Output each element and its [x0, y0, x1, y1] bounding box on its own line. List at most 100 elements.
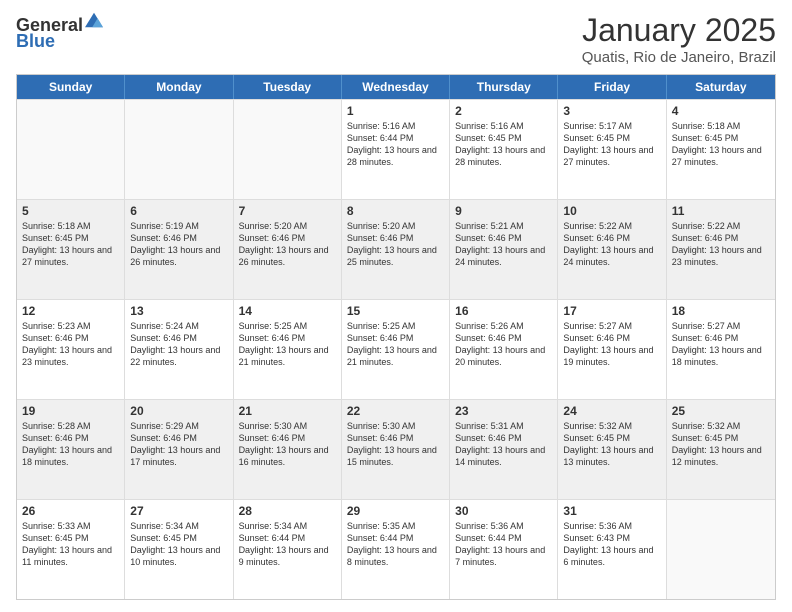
weekday-header: Saturday [667, 75, 775, 99]
day-number: 12 [22, 304, 119, 318]
day-info: Sunrise: 5:18 AM Sunset: 6:45 PM Dayligh… [672, 120, 770, 169]
day-number: 4 [672, 104, 770, 118]
calendar-row: 1 Sunrise: 5:16 AM Sunset: 6:44 PM Daylig… [17, 99, 775, 199]
day-number: 23 [455, 404, 552, 418]
calendar-cell: 4 Sunrise: 5:18 AM Sunset: 6:45 PM Daylig… [667, 100, 775, 199]
day-info: Sunrise: 5:24 AM Sunset: 6:46 PM Dayligh… [130, 320, 227, 369]
day-number: 13 [130, 304, 227, 318]
calendar-cell: 16Sunrise: 5:26 AM Sunset: 6:46 PM Dayli… [450, 300, 558, 399]
calendar-cell: 15 Sunrise: 5:25 AM Sunset: 6:46 PM Dayli… [342, 300, 450, 399]
calendar-cell: 6 Sunrise: 5:19 AM Sunset: 6:46 PM Daylig… [125, 200, 233, 299]
calendar-cell [234, 100, 342, 199]
calendar-cell: 10 Sunrise: 5:22 AM Sunset: 6:46 PM Dayli… [558, 200, 666, 299]
calendar: SundayMondayTuesdayWednesdayThursdayFrid… [16, 74, 776, 600]
day-number: 26 [22, 504, 119, 518]
calendar-cell: 24 Sunrise: 5:32 AM Sunset: 6:45 PM Dayli… [558, 400, 666, 499]
calendar-header: SundayMondayTuesdayWednesdayThursdayFrid… [17, 75, 775, 99]
day-number: 20 [130, 404, 227, 418]
calendar-cell: 23 Sunrise: 5:31 AM Sunset: 6:46 PM Dayli… [450, 400, 558, 499]
calendar-cell: 21 Sunrise: 5:30 AM Sunset: 6:46 PM Dayli… [234, 400, 342, 499]
day-info: Sunrise: 5:30 AM Sunset: 6:46 PM Dayligh… [239, 420, 336, 469]
day-info: Sunrise: 5:34 AM Sunset: 6:45 PM Dayligh… [130, 520, 227, 569]
calendar-cell: 11 Sunrise: 5:22 AM Sunset: 6:46 PM Dayli… [667, 200, 775, 299]
day-info: Sunrise: 5:25 AM Sunset: 6:46 PM Dayligh… [239, 320, 336, 369]
day-number: 30 [455, 504, 552, 518]
day-number: 11 [672, 204, 770, 218]
calendar-cell: 29 Sunrise: 5:35 AM Sunset: 6:44 PM Dayli… [342, 500, 450, 599]
day-number: 18 [672, 304, 770, 318]
day-info: Sunrise: 5:18 AM Sunset: 6:45 PM Dayligh… [22, 220, 119, 269]
calendar-cell: 22Sunrise: 5:30 AM Sunset: 6:46 PM Dayli… [342, 400, 450, 499]
day-number: 24 [563, 404, 660, 418]
calendar-cell: 5 Sunrise: 5:18 AM Sunset: 6:45 PM Daylig… [17, 200, 125, 299]
day-number: 22 [347, 404, 444, 418]
calendar-cell: 3 Sunrise: 5:17 AM Sunset: 6:45 PM Daylig… [558, 100, 666, 199]
day-number: 21 [239, 404, 336, 418]
calendar-cell: 14 Sunrise: 5:25 AM Sunset: 6:46 PM Dayli… [234, 300, 342, 399]
weekday-header: Thursday [450, 75, 558, 99]
calendar-cell: 17Sunrise: 5:27 AM Sunset: 6:46 PM Dayli… [558, 300, 666, 399]
day-info: Sunrise: 5:23 AM Sunset: 6:46 PM Dayligh… [22, 320, 119, 369]
calendar-cell: 30 Sunrise: 5:36 AM Sunset: 6:44 PM Dayli… [450, 500, 558, 599]
day-number: 1 [347, 104, 444, 118]
logo-icon [85, 11, 103, 29]
calendar-cell [17, 100, 125, 199]
day-info: Sunrise: 5:36 AM Sunset: 6:44 PM Dayligh… [455, 520, 552, 569]
day-info: Sunrise: 5:16 AM Sunset: 6:44 PM Dayligh… [347, 120, 444, 169]
calendar-cell [667, 500, 775, 599]
calendar-cell: 28 Sunrise: 5:34 AM Sunset: 6:44 PM Dayli… [234, 500, 342, 599]
day-number: 7 [239, 204, 336, 218]
day-number: 3 [563, 104, 660, 118]
day-info: Sunrise: 5:17 AM Sunset: 6:45 PM Dayligh… [563, 120, 660, 169]
day-number: 6 [130, 204, 227, 218]
day-info: Sunrise: 5:20 AM Sunset: 6:46 PM Dayligh… [239, 220, 336, 269]
calendar-cell: 1 Sunrise: 5:16 AM Sunset: 6:44 PM Daylig… [342, 100, 450, 199]
calendar-cell: 27Sunrise: 5:34 AM Sunset: 6:45 PM Dayli… [125, 500, 233, 599]
weekday-header: Friday [558, 75, 666, 99]
calendar-cell: 18 Sunrise: 5:27 AM Sunset: 6:46 PM Dayli… [667, 300, 775, 399]
calendar-cell: 20Sunrise: 5:29 AM Sunset: 6:46 PM Dayli… [125, 400, 233, 499]
day-info: Sunrise: 5:32 AM Sunset: 6:45 PM Dayligh… [672, 420, 770, 469]
month-title: January 2025 [582, 12, 776, 49]
calendar-cell [125, 100, 233, 199]
day-number: 19 [22, 404, 119, 418]
logo-blue: Blue [16, 32, 103, 52]
day-info: Sunrise: 5:16 AM Sunset: 6:45 PM Dayligh… [455, 120, 552, 169]
calendar-cell: 12 Sunrise: 5:23 AM Sunset: 6:46 PM Dayli… [17, 300, 125, 399]
calendar-row: 26Sunrise: 5:33 AM Sunset: 6:45 PM Dayli… [17, 499, 775, 599]
day-info: Sunrise: 5:19 AM Sunset: 6:46 PM Dayligh… [130, 220, 227, 269]
day-number: 15 [347, 304, 444, 318]
day-number: 9 [455, 204, 552, 218]
calendar-body: 1 Sunrise: 5:16 AM Sunset: 6:44 PM Daylig… [17, 99, 775, 599]
weekday-header: Tuesday [234, 75, 342, 99]
weekday-header: Wednesday [342, 75, 450, 99]
calendar-cell: 9 Sunrise: 5:21 AM Sunset: 6:46 PM Daylig… [450, 200, 558, 299]
day-number: 28 [239, 504, 336, 518]
calendar-cell: 26Sunrise: 5:33 AM Sunset: 6:45 PM Dayli… [17, 500, 125, 599]
calendar-row: 12 Sunrise: 5:23 AM Sunset: 6:46 PM Dayli… [17, 299, 775, 399]
day-info: Sunrise: 5:31 AM Sunset: 6:46 PM Dayligh… [455, 420, 552, 469]
logo: General Blue [16, 16, 103, 52]
day-info: Sunrise: 5:22 AM Sunset: 6:46 PM Dayligh… [563, 220, 660, 269]
day-info: Sunrise: 5:36 AM Sunset: 6:43 PM Dayligh… [563, 520, 660, 569]
logo-text: General Blue [16, 16, 103, 52]
day-info: Sunrise: 5:35 AM Sunset: 6:44 PM Dayligh… [347, 520, 444, 569]
calendar-cell: 31Sunrise: 5:36 AM Sunset: 6:43 PM Dayli… [558, 500, 666, 599]
day-info: Sunrise: 5:34 AM Sunset: 6:44 PM Dayligh… [239, 520, 336, 569]
day-info: Sunrise: 5:20 AM Sunset: 6:46 PM Dayligh… [347, 220, 444, 269]
header: General Blue January 2025 Quatis, Rio de… [16, 12, 776, 66]
day-number: 5 [22, 204, 119, 218]
page: General Blue January 2025 Quatis, Rio de… [0, 0, 792, 612]
subtitle: Quatis, Rio de Janeiro, Brazil [582, 49, 776, 66]
day-number: 17 [563, 304, 660, 318]
calendar-cell: 2Sunrise: 5:16 AM Sunset: 6:45 PM Daylig… [450, 100, 558, 199]
calendar-cell: 25Sunrise: 5:32 AM Sunset: 6:45 PM Dayli… [667, 400, 775, 499]
day-info: Sunrise: 5:27 AM Sunset: 6:46 PM Dayligh… [672, 320, 770, 369]
day-info: Sunrise: 5:25 AM Sunset: 6:46 PM Dayligh… [347, 320, 444, 369]
day-number: 14 [239, 304, 336, 318]
day-info: Sunrise: 5:32 AM Sunset: 6:45 PM Dayligh… [563, 420, 660, 469]
day-info: Sunrise: 5:22 AM Sunset: 6:46 PM Dayligh… [672, 220, 770, 269]
day-number: 29 [347, 504, 444, 518]
day-number: 10 [563, 204, 660, 218]
day-info: Sunrise: 5:21 AM Sunset: 6:46 PM Dayligh… [455, 220, 552, 269]
